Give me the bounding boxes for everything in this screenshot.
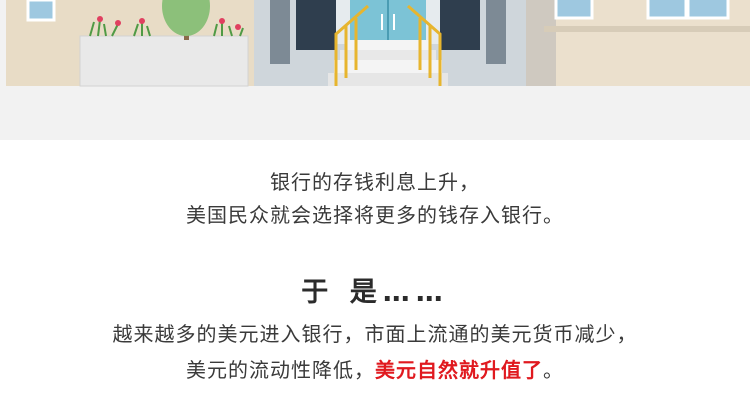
paragraph2-line1: 越来越多的美元进入银行，市面上流通的美元货币减少， [112, 322, 638, 346]
paragraph2-line2-prefix: 美元的流动性降低， [186, 358, 375, 382]
right-wing-wall [526, 0, 556, 86]
section-heading: 于 是…… [301, 277, 449, 308]
paragraph2-line2: 美元的流动性降低，美元自然就升值了。 [0, 352, 750, 388]
paragraph1-line1: 银行的存钱利息上升， [270, 170, 480, 194]
planter-left [79, 35, 249, 87]
left-window [26, 0, 56, 22]
bank-building-illustration [0, 0, 750, 140]
dollar-appreciation-highlight: 美元自然就升值了 [375, 358, 543, 382]
paragraph2-line2-suffix: 。 [543, 358, 564, 382]
paragraph1-line2: 美国民众就会选择将更多的钱存入银行。 [186, 203, 564, 227]
interest-rate-paragraph: 银行的存钱利息上升， 美国民众就会选择将更多的钱存入银行。 [0, 166, 750, 232]
conclusion-paragraph: 越来越多的美元进入银行，市面上流通的美元货币减少， 美元的流动性降低，美元自然就… [0, 316, 750, 388]
